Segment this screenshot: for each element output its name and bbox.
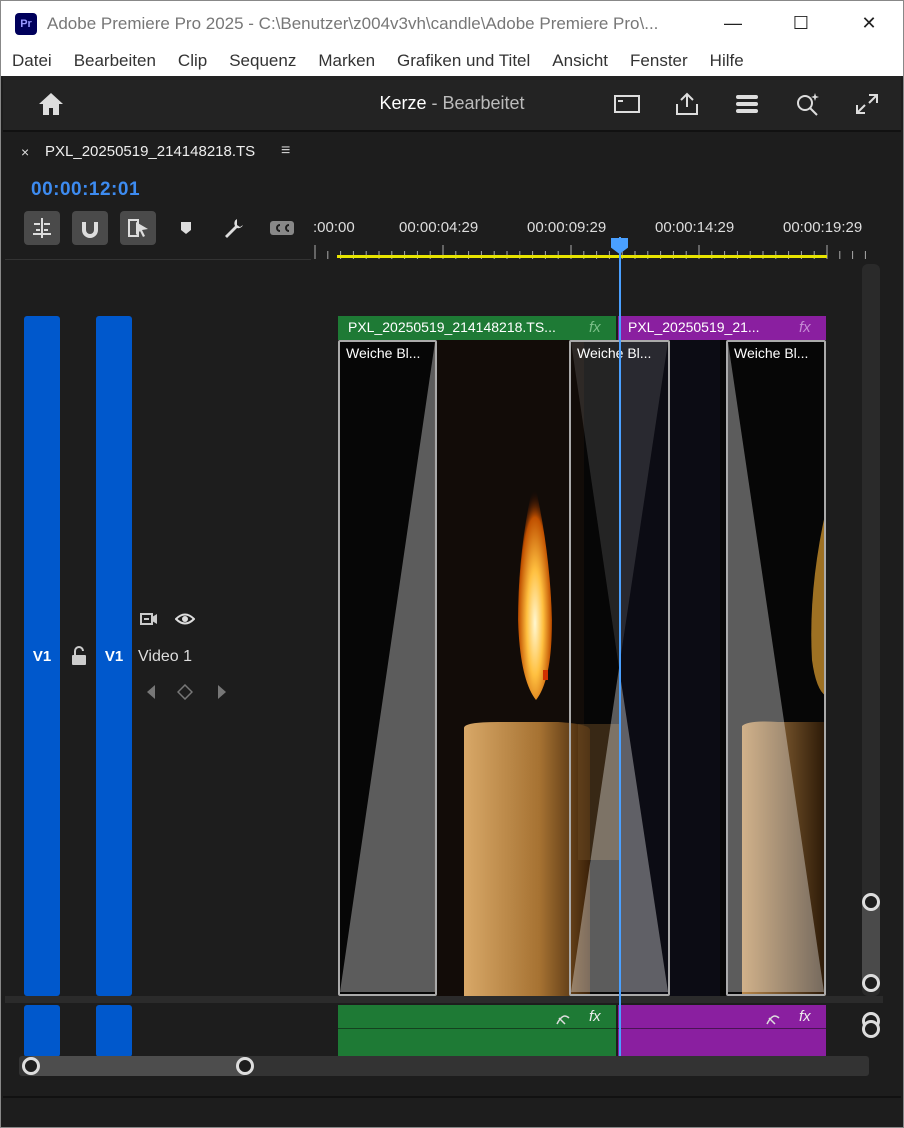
sync-lock-icon[interactable] [139,611,159,627]
menu-marken[interactable]: Marken [307,51,386,71]
horizontal-scroll-thumb[interactable] [23,1056,251,1076]
audio-waveform-line [338,1028,826,1029]
clip-2-fx-badge[interactable]: fx [799,319,811,336]
audio-clip-2[interactable] [618,1005,826,1057]
clip-2-header[interactable]: PXL_20250519_21... [618,316,826,340]
add-marker-button[interactable] [168,211,204,245]
project-separator: - [426,93,443,113]
audio-clip-2-fx[interactable]: fx [799,1008,811,1025]
project-status: Bearbeitet [442,93,525,113]
zoom-knob-left[interactable] [22,1057,40,1075]
timeline-panel: × PXL_20250519_214148218.TS ≡ 00:00:12:0… [5,134,899,1096]
menu-clip[interactable]: Clip [167,51,218,71]
closed-captions-icon [270,221,294,235]
app-window: Pr Adobe Premiere Pro 2025 - C:\Benutzer… [0,0,904,1128]
transition-3[interactable]: Weiche Bl... [726,340,826,996]
source-patch-v1[interactable]: V1 [24,316,60,996]
track-target-v1[interactable]: V1 [96,316,132,996]
ruler-ticks [314,245,866,259]
magnet-icon [82,222,98,238]
menu-datei[interactable]: Datei [1,51,63,71]
playhead-line[interactable] [619,237,621,1059]
captions-button[interactable] [264,211,300,245]
vertical-zoom-knob-top[interactable] [862,893,880,911]
vertical-scrollbar[interactable] [862,264,880,996]
project-title: Kerze - Bearbeitet [3,93,901,114]
status-bar [3,1096,901,1127]
audio-effect-icon[interactable] [765,1010,781,1026]
header-separator [5,259,311,260]
clip-2-name: PXL_20250519_21... [628,319,760,335]
nest-insert-button[interactable] [24,211,60,245]
vertical-zoom-knob-bottom[interactable] [862,974,880,992]
transition-wedge-icon [728,342,824,992]
audio-clip-1[interactable] [338,1005,616,1057]
clip-1-header[interactable]: PXL_20250519_214148218.TS... [338,316,616,340]
audio-scroll-knob-bottom[interactable] [862,1020,880,1038]
share-export-icon[interactable] [673,91,701,117]
clip-1-fx-badge[interactable]: fx [589,319,601,336]
app-header: Kerze - Bearbeitet [3,76,901,132]
tab-menu-icon[interactable]: ≡ [281,142,290,160]
menu-bar: Datei Bearbeiten Clip Sequenz Marken Gra… [1,46,903,76]
linked-selection-button[interactable] [120,211,156,245]
maximize-button[interactable]: ☐ [767,1,835,46]
audio-effect-icon[interactable] [555,1010,571,1026]
zoom-knob-right[interactable] [236,1057,254,1075]
work-area-bar[interactable] [337,255,827,258]
transition-1[interactable]: Weiche Bl... [338,340,437,996]
marker-icon [181,222,191,234]
timeline-settings-button[interactable] [216,211,252,245]
track-divider[interactable] [5,996,883,1003]
menu-ansicht[interactable]: Ansicht [541,51,619,71]
menu-hilfe[interactable]: Hilfe [699,51,755,71]
linked-selection-icon [128,219,148,237]
clip-1-name: PXL_20250519_214148218.TS... [348,319,556,335]
fullscreen-icon[interactable] [853,91,881,117]
playhead-timecode[interactable]: 00:00:12:01 [31,179,140,201]
search-sparkle-icon[interactable] [793,91,821,117]
snap-button[interactable] [72,211,108,245]
track-target-a1[interactable] [96,1005,132,1057]
close-window-button[interactable]: ✕ [835,1,903,46]
premiere-app-icon: Pr [15,12,37,35]
previous-keyframe-icon[interactable] [145,684,157,700]
window-title: Adobe Premiere Pro 2025 - C:\Benutzer\z0… [47,13,659,33]
menu-grafiken-und-titel[interactable]: Grafiken und Titel [386,51,541,71]
wrench-icon [225,219,243,238]
tab-sequence[interactable]: PXL_20250519_214148218.TS [45,143,255,160]
time-ruler[interactable]: :00:00 00:00:04:29 00:00:09:29 00:00:14:… [311,209,871,259]
panel-layout-icon[interactable] [613,91,641,117]
minimize-button[interactable]: — [699,1,767,46]
track-lock-icon[interactable] [70,646,88,666]
title-bar: Pr Adobe Premiere Pro 2025 - C:\Benutzer… [1,1,903,46]
insert-sequence-icon [33,218,51,238]
transition-wedge-icon [340,342,435,992]
tab-close-button[interactable]: × [21,144,29,160]
source-patch-a1[interactable] [24,1005,60,1057]
menu-bearbeiten[interactable]: Bearbeiten [63,51,167,71]
project-name: Kerze [379,93,427,113]
menu-fenster[interactable]: Fenster [619,51,699,71]
eye-icon[interactable] [175,612,195,626]
menu-sequenz[interactable]: Sequenz [218,51,307,71]
track-name-video1: Video 1 [138,648,192,665]
workspaces-icon[interactable] [733,91,761,117]
next-keyframe-icon[interactable] [216,684,228,700]
add-keyframe-icon[interactable] [177,684,193,700]
audio-clip-1-fx[interactable]: fx [589,1008,601,1025]
